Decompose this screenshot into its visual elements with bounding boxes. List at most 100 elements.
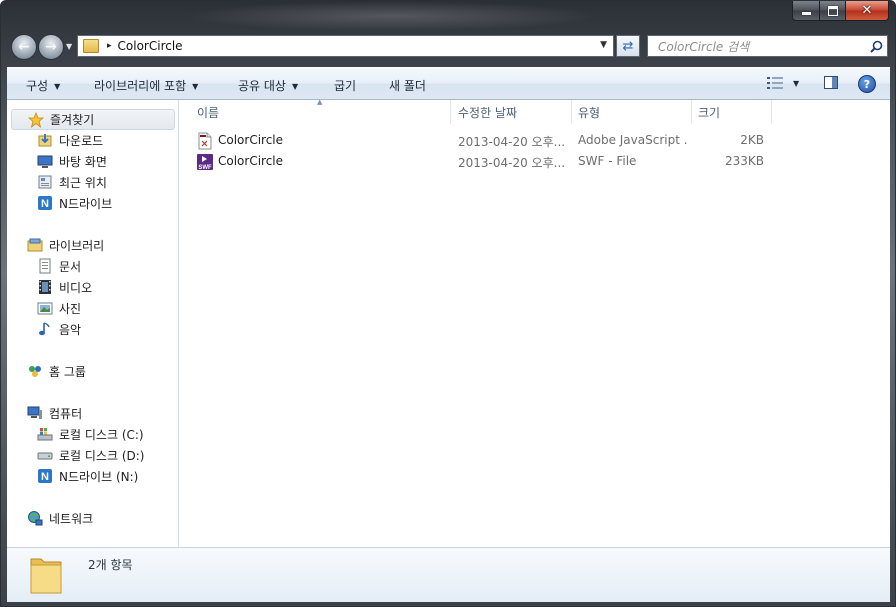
include-library-label: 라이브러리에 포함 xyxy=(94,79,187,93)
file-type: SWF - File xyxy=(578,154,637,168)
sidebar-item-computer[interactable]: 컴퓨터 xyxy=(27,403,82,423)
sidebar-item-label: 네트워크 xyxy=(49,511,94,526)
recent-places-icon xyxy=(37,174,53,190)
sidebar-item-network[interactable]: 네트워크 xyxy=(27,508,93,528)
sidebar-item-label: 컴퓨터 xyxy=(49,406,83,421)
search-icon[interactable] xyxy=(865,40,887,53)
navigation-bar: ← → ▼ ▸ ColorCircle ▼ ⇄ ColorCircle 검색 xyxy=(1,29,895,65)
caption-buttons: ✕ xyxy=(792,1,889,21)
sidebar-item-drive-c[interactable]: 로컬 디스크 (C:) xyxy=(37,424,144,444)
sidebar-item-label: N드라이브 xyxy=(59,196,113,211)
jsx-file-icon xyxy=(196,132,214,153)
file-row[interactable]: SWF ColorCircle 2013-04-20 오후... SWF - F… xyxy=(179,152,890,172)
minimize-button[interactable] xyxy=(792,1,820,21)
explorer-body: 즐겨찾기 다운로드 바탕 화면 최근 위치 N N드라이브 라이브러리 문서 비… xyxy=(7,98,890,547)
sidebar-item-label: 최근 위치 xyxy=(59,175,107,190)
svg-text:N: N xyxy=(41,471,49,483)
maximize-icon xyxy=(827,5,838,16)
documents-icon xyxy=(37,258,53,274)
sidebar-item-label: 즐겨찾기 xyxy=(50,113,95,127)
star-icon xyxy=(28,111,44,128)
item-count: 2개 항목 xyxy=(88,558,133,572)
homegroup-icon xyxy=(27,363,43,379)
sidebar-item-music[interactable]: 음악 xyxy=(37,319,81,339)
back-button[interactable]: ← xyxy=(11,34,37,60)
title-glow xyxy=(181,1,601,31)
navigation-pane: 즐겨찾기 다운로드 바탕 화면 최근 위치 N N드라이브 라이브러리 문서 비… xyxy=(7,100,179,547)
file-row[interactable]: ColorCircle 2013-04-20 오후... Adobe JavaS… xyxy=(179,131,890,151)
sidebar-item-label: 음악 xyxy=(59,322,82,337)
file-size: 233KB xyxy=(724,154,764,168)
share-with-label: 공유 대상 xyxy=(238,79,286,93)
file-date: 2013-04-20 오후... xyxy=(458,135,566,149)
sidebar-item-videos[interactable]: 비디오 xyxy=(37,277,92,297)
help-button[interactable]: ? xyxy=(858,75,876,93)
address-dropdown-icon[interactable]: ▼ xyxy=(600,40,607,50)
sidebar-item-downloads[interactable]: 다운로드 xyxy=(37,130,103,150)
back-arrow-icon: ← xyxy=(18,39,30,55)
chevron-down-icon: ▼ xyxy=(54,82,61,91)
sidebar-item-label: 로컬 디스크 (D:) xyxy=(59,448,145,463)
chevron-down-icon: ▼ xyxy=(192,82,199,91)
svg-text:SWF: SWF xyxy=(198,165,212,171)
sidebar-item-label: 로컬 디스크 (C:) xyxy=(59,427,144,442)
share-with-menu[interactable]: 공유 대상 ▼ xyxy=(238,77,298,94)
column-header-date[interactable]: 수정한 날짜 xyxy=(451,100,572,124)
sidebar-item-recent-places[interactable]: 최근 위치 xyxy=(37,172,107,192)
sidebar-item-libraries[interactable]: 라이브러리 xyxy=(27,235,104,255)
ndrive-icon: N xyxy=(37,468,53,484)
folder-icon xyxy=(83,39,99,53)
sidebar-item-documents[interactable]: 문서 xyxy=(37,256,81,276)
minimize-icon xyxy=(801,12,811,15)
burn-button[interactable]: 굽기 xyxy=(334,77,356,94)
sidebar-item-homegroup[interactable]: 홈 그룹 xyxy=(27,361,86,381)
include-library-menu[interactable]: 라이브러리에 포함 ▼ xyxy=(94,77,198,94)
sidebar-item-favorites[interactable]: 즐겨찾기 xyxy=(11,109,175,130)
view-dropdown-icon[interactable]: ▼ xyxy=(793,79,799,88)
details-view-icon xyxy=(767,77,783,89)
sidebar-item-label: 문서 xyxy=(59,259,82,274)
sidebar-item-pictures[interactable]: 사진 xyxy=(37,298,81,318)
download-folder-icon xyxy=(37,132,53,148)
forward-button[interactable]: → xyxy=(38,34,64,60)
organize-label: 구성 xyxy=(26,79,49,93)
file-type: Adobe JavaScript ... xyxy=(578,133,688,147)
breadcrumb-current[interactable]: ColorCircle xyxy=(118,39,183,53)
breadcrumb-arrow-icon[interactable]: ▸ xyxy=(107,41,112,51)
address-bar[interactable]: ▸ ColorCircle ▼ xyxy=(77,35,614,57)
library-icon xyxy=(27,237,43,253)
preview-pane-button[interactable] xyxy=(824,76,838,89)
music-icon xyxy=(37,321,53,337)
sidebar-item-drive-d[interactable]: 로컬 디스크 (D:) xyxy=(37,445,144,465)
search-box[interactable]: ColorCircle 검색 xyxy=(647,35,888,57)
new-folder-button[interactable]: 새 폴더 xyxy=(389,77,426,94)
drive-icon xyxy=(37,447,53,463)
change-view-button[interactable] xyxy=(767,77,783,92)
sidebar-item-label: 라이브러리 xyxy=(49,238,105,253)
column-header-type[interactable]: 유형 xyxy=(572,100,692,124)
recent-pages-dropdown[interactable]: ▼ xyxy=(66,42,72,51)
file-date: 2013-04-20 오후... xyxy=(458,156,566,170)
command-bar: 구성 ▼ 라이브러리에 포함 ▼ 공유 대상 ▼ 굽기 새 폴더 ▼ ? xyxy=(7,67,890,100)
system-drive-icon xyxy=(37,426,53,442)
refresh-button[interactable]: ⇄ xyxy=(616,35,640,57)
refresh-icon: ⇄ xyxy=(622,38,634,54)
search-input[interactable]: ColorCircle 검색 xyxy=(648,38,865,55)
column-header-size[interactable]: 크기 xyxy=(692,100,772,124)
desktop-icon xyxy=(37,153,53,169)
sidebar-item-drive-n[interactable]: N N드라이브 (N:) xyxy=(37,466,138,486)
sidebar-item-label: 비디오 xyxy=(59,280,93,295)
sidebar-item-ndrive[interactable]: N N드라이브 xyxy=(37,193,112,213)
sidebar-item-label: 다운로드 xyxy=(59,133,104,148)
file-name: ColorCircle xyxy=(218,133,284,147)
column-header-name[interactable]: 이름 xyxy=(179,100,451,124)
maximize-button[interactable] xyxy=(820,1,846,21)
ndrive-icon: N xyxy=(37,195,53,211)
organize-menu[interactable]: 구성 ▼ xyxy=(26,77,60,94)
sidebar-item-label: 바탕 화면 xyxy=(59,154,107,169)
folder-icon xyxy=(29,553,63,595)
close-button[interactable]: ✕ xyxy=(846,1,889,21)
sidebar-item-desktop[interactable]: 바탕 화면 xyxy=(37,151,107,171)
details-pane: 2개 항목 xyxy=(7,547,890,602)
close-icon: ✕ xyxy=(861,3,873,18)
